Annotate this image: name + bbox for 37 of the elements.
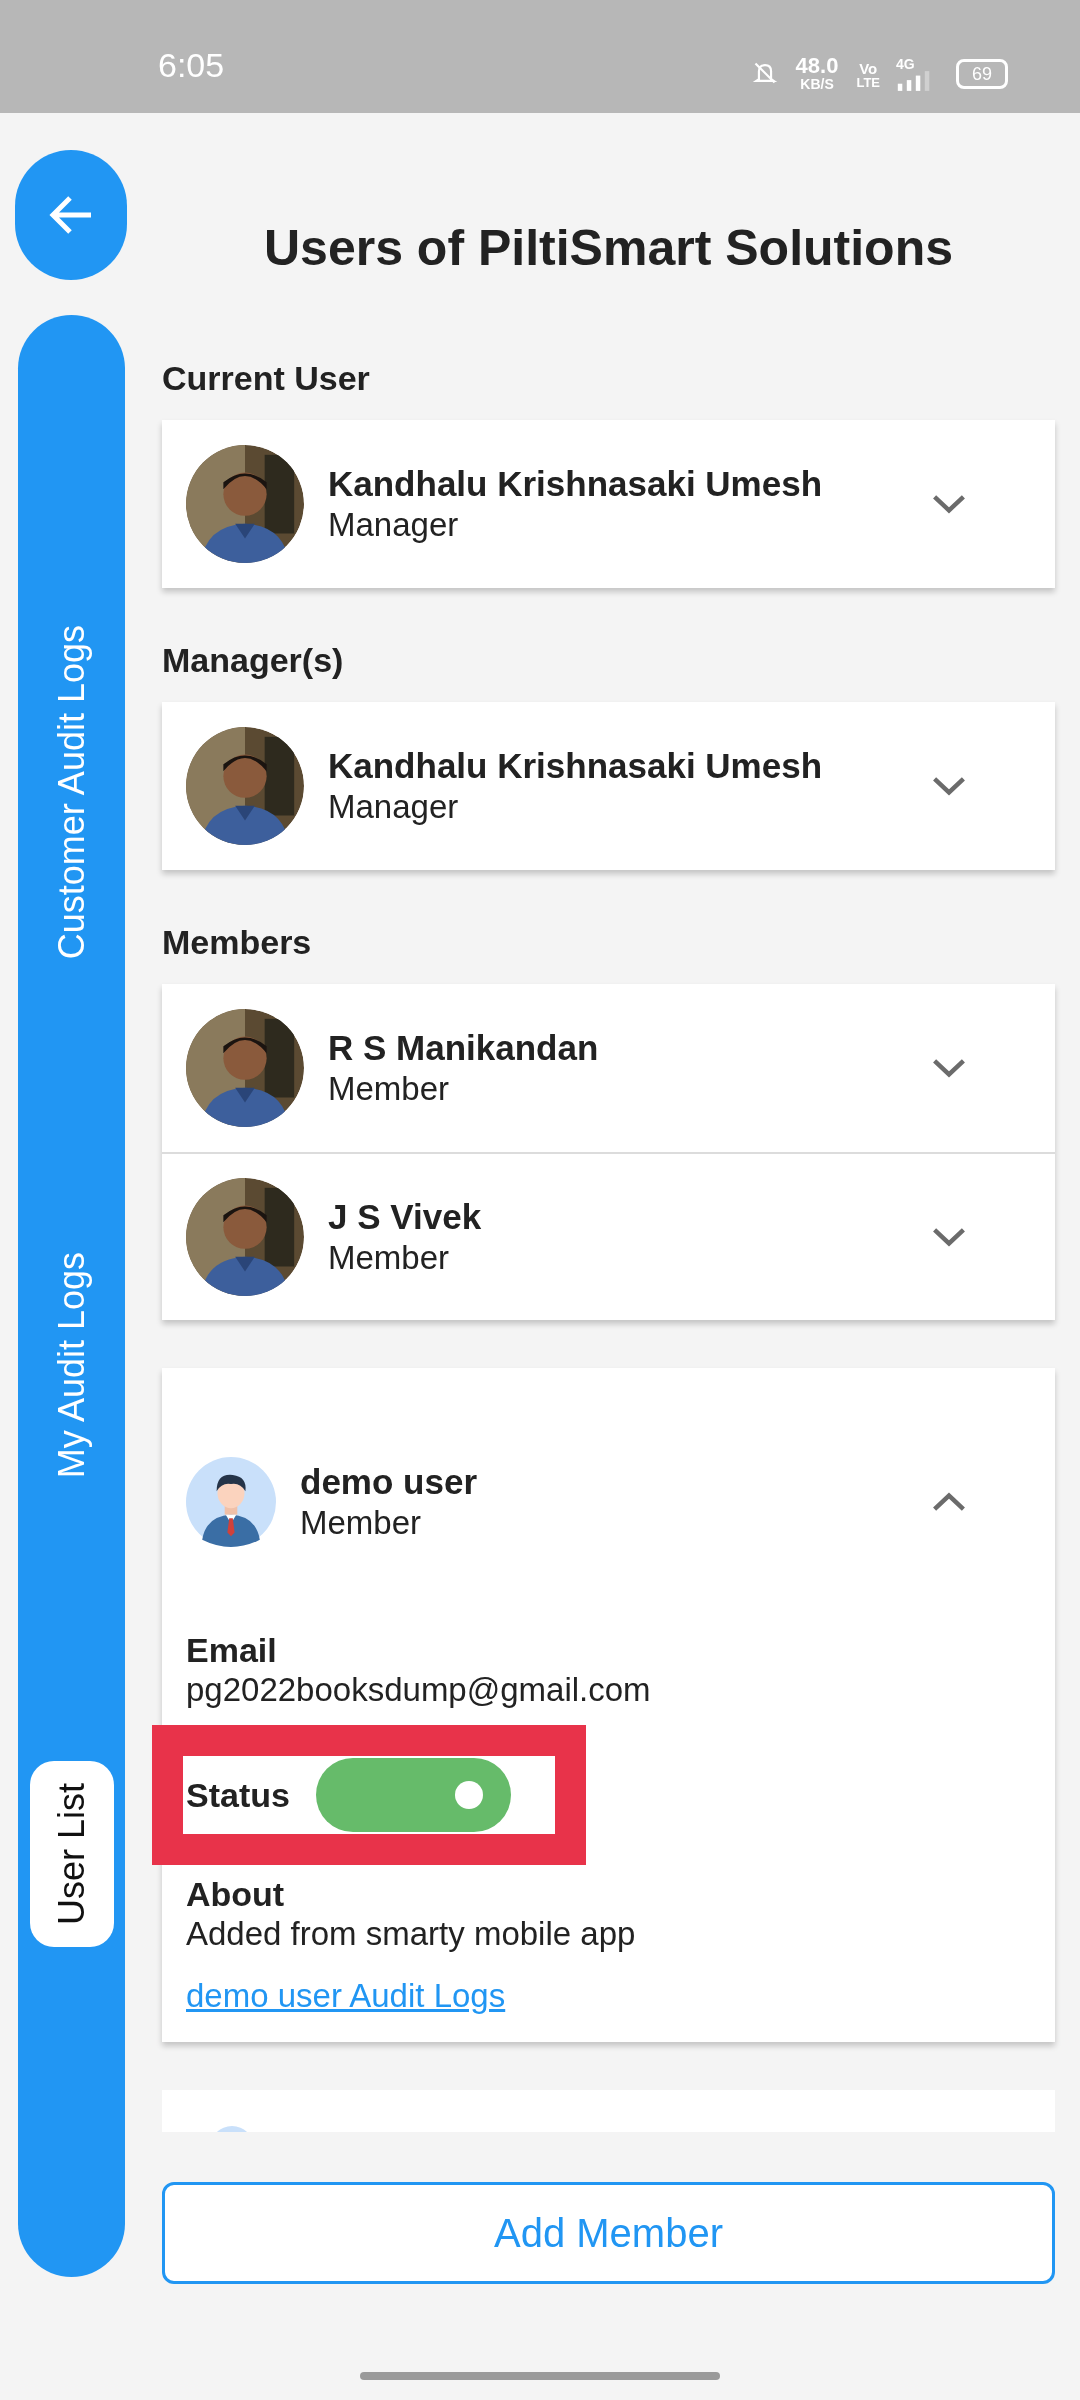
chevron-down-icon[interactable] xyxy=(931,1226,967,1248)
chevron-up-icon[interactable] xyxy=(931,1491,967,1513)
chevron-down-icon[interactable] xyxy=(931,493,967,515)
user-card[interactable]: Kandhalu Krishnasaki Umesh Manager xyxy=(162,420,1055,588)
section-heading: Manager(s) xyxy=(162,640,345,680)
section-heading: Current User xyxy=(162,358,371,398)
user-role: Manager xyxy=(328,505,460,545)
user-name: J S Vivek xyxy=(328,1196,483,1238)
avatar-icon xyxy=(186,1457,276,1547)
user-role: Member xyxy=(328,1069,451,1109)
email-value: pg2022booksdump@gmail.com xyxy=(186,1670,652,1710)
field-label: About xyxy=(186,1874,286,1914)
battery-indicator: 69 xyxy=(956,59,1008,89)
user-role: Member xyxy=(328,1238,451,1278)
section-heading: Members xyxy=(162,922,313,962)
user-name: Kandhalu Krishnasaki Umesh xyxy=(328,463,824,505)
user-name: R S Manikandan xyxy=(328,1027,600,1069)
page-title: Users of PiltiSmart Solutions xyxy=(263,219,954,278)
side-tab[interactable]: User List xyxy=(29,1760,114,1947)
network-speed: 48.0 xyxy=(795,55,839,77)
signal-icon xyxy=(896,71,932,91)
volte-label: Vo xyxy=(859,61,878,76)
status-time: 6:05 xyxy=(158,45,225,86)
user-card[interactable]: Kandhalu Krishnasaki Umesh Manager xyxy=(162,702,1055,870)
about-text: Added from smarty mobile app xyxy=(186,1914,637,1954)
network-type: 4G xyxy=(896,57,915,71)
user-name: demo user xyxy=(300,1461,478,1503)
volte-label: LTE xyxy=(856,76,880,89)
user-role: Manager xyxy=(328,787,460,827)
user-name: Kandhalu Krishnasaki Umesh xyxy=(328,745,824,787)
field-label: Status xyxy=(186,1774,290,1816)
chevron-down-icon[interactable] xyxy=(931,775,967,797)
field-label: Email xyxy=(186,1630,278,1670)
speed-unit: KB/S xyxy=(800,77,834,91)
user-role: Member xyxy=(300,1503,423,1543)
chevron-down-icon[interactable] xyxy=(931,1057,967,1079)
user-card[interactable]: R S Manikandan Member J S Vivek Member xyxy=(162,984,1055,1320)
